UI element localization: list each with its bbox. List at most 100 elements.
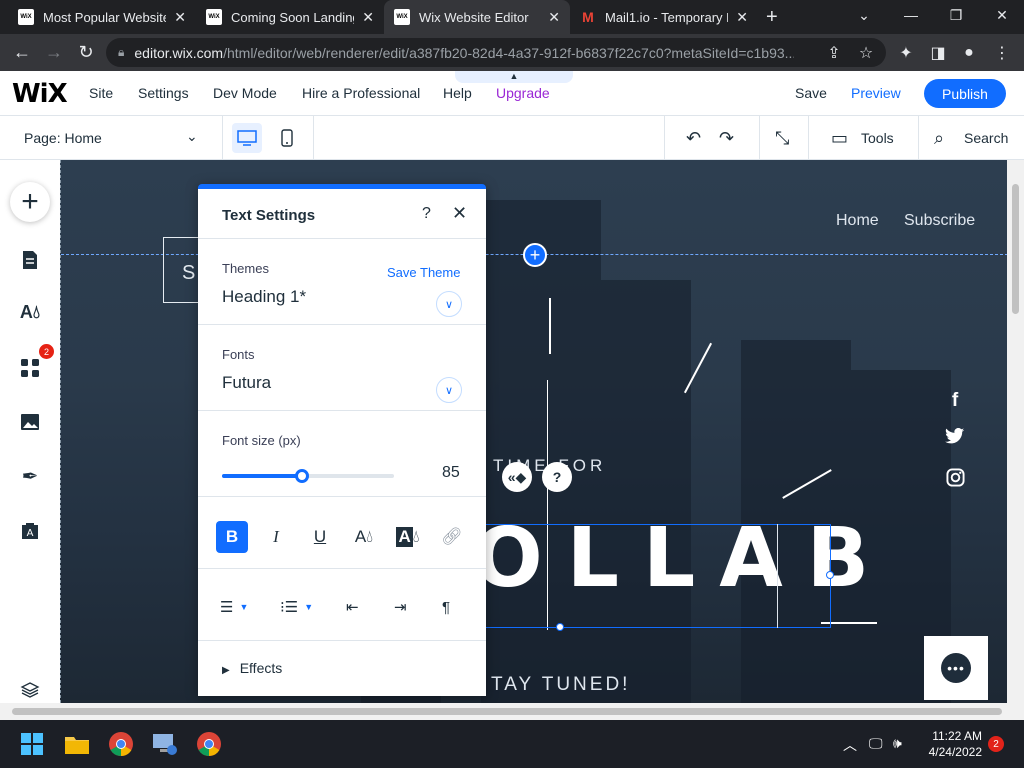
bold-button[interactable]: B [216, 521, 248, 553]
text-color-icon[interactable]: A💧︎ [348, 521, 380, 553]
decrease-indent-icon[interactable]: ⇤ [346, 595, 359, 619]
chrome-profile-icon[interactable] [105, 728, 137, 760]
facebook-icon[interactable]: f [943, 390, 967, 412]
chrome-icon[interactable] [193, 728, 225, 760]
chevron-down-icon[interactable]: ∨ [436, 291, 462, 317]
bullet-list-dropdown[interactable]: ⁝☰ ▼ [280, 595, 313, 619]
search-icon[interactable]: ⌕ [934, 128, 944, 149]
close-window-icon[interactable]: ✕ [980, 0, 1024, 30]
add-section-plus-icon[interactable]: + [523, 243, 547, 267]
windows-start-icon[interactable] [16, 728, 48, 760]
browser-tab[interactable]: WiX Most Popular Website ✕ [8, 0, 196, 34]
browser-tab[interactable]: WiX Coming Soon Landing ✕ [196, 0, 384, 34]
vertical-scrollbar[interactable] [1007, 160, 1024, 703]
forward-icon[interactable]: → [40, 34, 68, 71]
menu-upgrade[interactable]: Upgrade [496, 85, 550, 101]
resize-handle-bottom[interactable] [556, 623, 564, 631]
chrome-menu-icon[interactable]: ⋮ [988, 34, 1016, 71]
site-nav-home[interactable]: Home [836, 212, 879, 230]
chevron-down-icon[interactable]: ⌄ [186, 128, 198, 145]
new-tab-icon[interactable]: + [766, 6, 778, 29]
help-icon[interactable]: ? [542, 462, 572, 492]
browser-tab-active[interactable]: WiX Wix Website Editor ✕ [384, 0, 570, 34]
file-explorer-icon[interactable] [61, 728, 93, 760]
font-dropdown-value[interactable]: Futura [222, 373, 271, 393]
network-icon[interactable]: 🖵︎ [869, 735, 883, 752]
site-nav-subscribe[interactable]: Subscribe [904, 212, 975, 230]
volume-icon[interactable]: 🕪︎ [893, 735, 902, 752]
remote-desktop-icon[interactable] [149, 728, 181, 760]
underline-button[interactable]: U [304, 521, 336, 553]
menu-help[interactable]: Help [443, 85, 472, 101]
text-direction-icon[interactable]: ¶ [442, 595, 450, 619]
site-logo-box[interactable]: S [163, 237, 203, 303]
help-icon[interactable]: ? [422, 205, 431, 223]
reload-icon[interactable]: ↻ [72, 34, 100, 71]
font-size-value[interactable]: 85 [442, 464, 460, 482]
tools-button[interactable]: Tools [861, 130, 894, 146]
resize-handle-right[interactable] [826, 571, 834, 579]
chevron-up-icon[interactable]: ︿ [843, 735, 857, 755]
twitter-icon[interactable] [943, 428, 967, 451]
desktop-view-button[interactable] [232, 123, 262, 153]
highlight-color-icon[interactable]: A 💧︎ [392, 521, 424, 553]
font-size-slider[interactable] [222, 469, 394, 483]
increase-indent-icon[interactable]: ⇥ [394, 595, 407, 619]
close-tab-icon[interactable]: ✕ [548, 9, 560, 26]
scrollbar-thumb[interactable] [12, 708, 1002, 715]
tab-search-icon[interactable]: ⌄ [842, 0, 886, 30]
address-bar[interactable]: 🔒︎ editor.wix.com/html/editor/web/render… [106, 38, 886, 67]
chevron-down-icon[interactable]: ∨ [436, 377, 462, 403]
media-icon[interactable] [12, 404, 48, 440]
pages-menu-icon[interactable] [12, 242, 48, 278]
animation-icon[interactable]: «◆ [502, 462, 532, 492]
menu-settings[interactable]: Settings [138, 85, 189, 101]
menu-hire-professional[interactable]: Hire a Professional [302, 85, 420, 101]
extensions-icon[interactable]: ✦ [892, 34, 920, 71]
effects-expander[interactable]: ▶ Effects [222, 660, 282, 676]
notification-badge[interactable]: 2 [988, 736, 1004, 752]
undo-icon[interactable]: ↶ [686, 128, 701, 149]
preview-button[interactable]: Preview [851, 85, 901, 101]
stay-tuned-text[interactable]: TAY TUNED! [491, 674, 630, 696]
tools-icon[interactable]: ▭ [831, 128, 848, 149]
theme-dropdown-value[interactable]: Heading 1* [222, 287, 306, 307]
profile-avatar-icon[interactable]: ● [955, 34, 983, 71]
close-tab-icon[interactable]: ✕ [362, 9, 374, 26]
add-elements-button[interactable]: + [10, 182, 50, 222]
business-icon[interactable]: A [12, 512, 48, 548]
close-icon[interactable]: ✕ [452, 203, 467, 224]
collapse-topbar-handle[interactable]: ▲ [455, 71, 573, 83]
back-icon[interactable]: ← [8, 34, 36, 71]
page-selector[interactable]: Page: Home [24, 130, 102, 146]
fonts-label: Fonts [222, 347, 255, 362]
close-tab-icon[interactable]: ✕ [736, 9, 748, 26]
menu-site[interactable]: Site [89, 85, 113, 101]
system-clock[interactable]: 11:22 AM 4/24/2022 [918, 728, 982, 760]
restore-icon[interactable]: ❐ [934, 0, 978, 30]
search-button[interactable]: Search [964, 130, 1008, 146]
save-theme-link[interactable]: Save Theme [387, 265, 460, 280]
site-design-icon[interactable]: A💧︎ [12, 294, 48, 330]
publish-button[interactable]: Publish [924, 79, 1006, 108]
browser-tab[interactable]: M Mail1.io - Temporary E ✕ [570, 0, 758, 34]
slider-handle[interactable] [294, 469, 309, 483]
share-icon[interactable]: ⇪ [820, 34, 848, 71]
link-icon[interactable]: 🔗︎ [436, 521, 468, 553]
side-panel-icon[interactable]: ◨ [924, 34, 952, 71]
redo-icon[interactable]: ↷ [719, 128, 734, 149]
blog-pen-icon[interactable]: ✒ [12, 458, 48, 494]
scrollbar-thumb[interactable] [1012, 184, 1019, 314]
zoom-out-icon[interactable]: ⤡ [775, 128, 789, 149]
minimize-icon[interactable]: — [889, 0, 933, 30]
chat-button[interactable]: ••• [924, 636, 988, 700]
instagram-icon[interactable] [943, 468, 967, 493]
close-tab-icon[interactable]: ✕ [174, 9, 186, 26]
italic-button[interactable]: I [260, 521, 292, 553]
save-button[interactable]: Save [795, 85, 827, 101]
menu-dev-mode[interactable]: Dev Mode [213, 85, 277, 101]
horizontal-scrollbar[interactable] [0, 703, 1024, 720]
text-align-dropdown[interactable]: ☰ ▼ [220, 595, 248, 619]
bookmark-star-icon[interactable]: ☆ [852, 34, 880, 71]
mobile-view-button[interactable] [272, 123, 302, 153]
